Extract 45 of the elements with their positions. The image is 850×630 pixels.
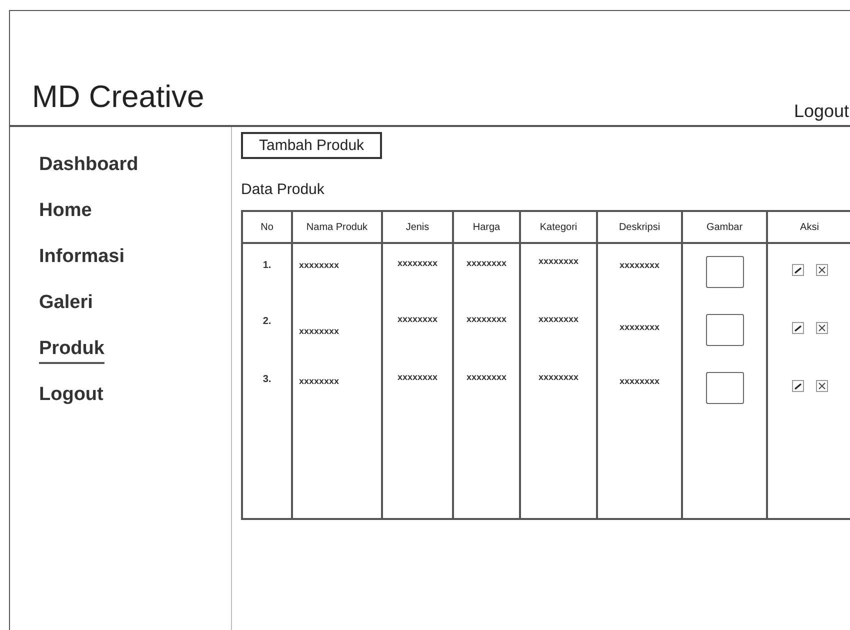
table-cell: xxxxxxxx <box>619 260 660 270</box>
sidebar-item[interactable]: Galeri <box>39 291 93 337</box>
delete-icon[interactable] <box>816 380 828 392</box>
sidebar-item[interactable]: Logout <box>39 383 104 429</box>
table-cell: xxxxxxxx <box>466 314 507 324</box>
table-cell: xxxxxxxx <box>538 314 579 324</box>
edit-icon[interactable] <box>792 322 804 334</box>
table-cell: xxxxxxxx <box>397 314 438 324</box>
sidebar-item[interactable]: Dashboard <box>39 153 138 199</box>
table-cell: xxxxxxxx <box>466 258 507 268</box>
sidebar-item[interactable]: Produk <box>39 337 104 383</box>
table-cell: xxxxxxxx <box>538 372 579 382</box>
image-placeholder <box>706 372 744 404</box>
table-cell: xxxxxxxx <box>299 260 340 270</box>
table-cell: xxxxxxxx <box>299 376 340 386</box>
column-header: Deskripsi <box>597 211 682 243</box>
table-cell: 3. <box>262 374 272 385</box>
delete-icon[interactable] <box>816 264 828 276</box>
delete-icon[interactable] <box>816 322 828 334</box>
table-cell: xxxxxxxx <box>299 326 340 336</box>
table-cell: xxxxxxxx <box>397 258 438 268</box>
column-header: Kategori <box>520 211 597 243</box>
image-placeholder <box>706 314 744 346</box>
table-cell: xxxxxxxx <box>466 372 507 382</box>
column-header: Nama Produk <box>292 211 382 243</box>
table-cell: xxxxxxxx <box>619 322 660 332</box>
column-header: Harga <box>453 211 520 243</box>
table-cell: xxxxxxxx <box>538 256 579 266</box>
logout-link[interactable]: Logout <box>794 101 849 122</box>
table-cell: xxxxxxxx <box>397 372 438 382</box>
edit-icon[interactable] <box>792 264 804 276</box>
column-header: Aksi <box>767 211 850 243</box>
sidebar-item[interactable]: Home <box>39 199 92 245</box>
table-cell: xxxxxxxx <box>619 376 660 386</box>
add-product-button[interactable]: Tambah Produk <box>241 132 382 159</box>
sidebar-item[interactable]: Informasi <box>39 245 125 291</box>
section-title: Data Produk <box>241 181 326 198</box>
column-header: No <box>242 211 292 243</box>
column-header: Jenis <box>382 211 453 243</box>
image-placeholder <box>706 256 744 288</box>
table-cell: 1. <box>262 260 272 271</box>
edit-icon[interactable] <box>792 380 804 392</box>
table-cell: 2. <box>262 316 272 327</box>
app-title: MD Creative <box>32 79 204 115</box>
column-header: Gambar <box>682 211 767 243</box>
